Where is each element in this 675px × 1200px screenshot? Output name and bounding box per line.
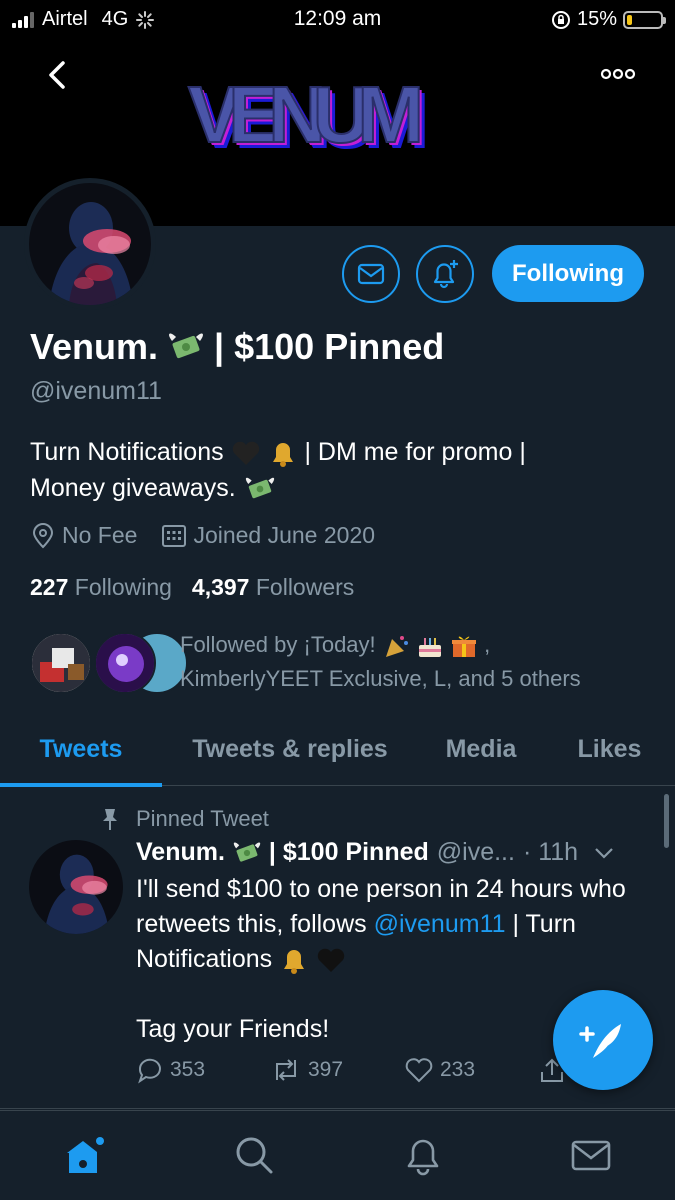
divider [0, 1108, 675, 1109]
orientation-lock-icon [551, 10, 570, 29]
tweet-avatar[interactable] [29, 840, 123, 934]
pinned-indicator: Pinned Tweet [100, 806, 269, 832]
bottom-navigation [0, 1110, 675, 1200]
pin-icon [103, 809, 117, 830]
home-icon [67, 1137, 104, 1173]
reply-icon [138, 1058, 161, 1084]
chevron-down-icon[interactable] [592, 843, 616, 863]
bio-text-b: | DM me for promo | [304, 438, 526, 466]
avatar [30, 632, 92, 694]
black-heart-icon [232, 442, 259, 466]
back-button[interactable] [38, 55, 78, 95]
profile-location: No Fee [62, 522, 138, 548]
bell-icon [284, 950, 305, 975]
tweet-mention[interactable]: @ivenum11 [374, 910, 506, 938]
heart-icon [405, 1058, 433, 1083]
more-options-button[interactable] [598, 62, 638, 86]
profile-handle: @ivenum11 [30, 377, 162, 405]
cake-icon [418, 638, 441, 658]
tab-label: Media [445, 734, 517, 763]
tab-media[interactable]: Media [418, 712, 544, 786]
flying-money-icon [233, 842, 261, 862]
notifications-icon [407, 1139, 439, 1176]
location-pin-icon [32, 522, 54, 548]
battery-percent: 15% [576, 8, 617, 30]
nav-messages[interactable] [569, 1133, 613, 1177]
compose-feather-icon [579, 1024, 621, 1058]
tab-label: Likes [577, 734, 642, 763]
banner-logo: VENUM VENUM VENUM [180, 64, 432, 165]
nav-notifications[interactable] [401, 1133, 445, 1177]
bio-text-a: Turn Notifications [30, 438, 224, 466]
followed-by-text[interactable]: Followed by ¡Today! , KimberlyYEET Exclu… [180, 628, 650, 696]
bell-plus-icon [433, 260, 458, 289]
avatar [94, 632, 156, 694]
tab-tweets[interactable]: Tweets [0, 712, 162, 787]
tweet-header: Venum. | $100 Pinned @ive... · 11h [136, 838, 656, 867]
followers-count-link[interactable]: 4,397 Followers [192, 574, 354, 601]
tab-label: Tweets & replies [192, 734, 388, 763]
tweet-time: · 11h [522, 838, 579, 866]
display-name: Venum. | $100 Pinned [30, 326, 444, 368]
flying-money-icon [169, 333, 204, 359]
pinned-label: Pinned Tweet [136, 806, 269, 831]
display-name-text: Venum. [30, 326, 159, 367]
retweet-icon [276, 1059, 296, 1081]
following-label: Following [74, 574, 172, 600]
confetti-icon [385, 636, 408, 658]
tweet-author-suffix: | $100 Pinned [268, 838, 429, 866]
banner-logo-text: VENUM [188, 70, 424, 159]
tweet-actions: 353 397 233 [136, 1056, 566, 1084]
tweet-author[interactable]: Venum. | $100 Pinned [136, 838, 429, 867]
more-dots-icon [600, 68, 636, 80]
message-button[interactable] [342, 245, 400, 303]
compose-tweet-button[interactable] [553, 990, 653, 1090]
display-name-suffix: | $100 Pinned [214, 326, 445, 367]
gift-icon [452, 636, 477, 658]
black-heart-icon [317, 949, 345, 973]
profile-bio: Turn Notifications | DM me for promo | M… [30, 434, 640, 506]
tab-likes[interactable]: Likes [544, 712, 675, 786]
profile-avatar[interactable] [24, 178, 156, 310]
flying-money-icon [245, 478, 274, 499]
following-button[interactable]: Following [492, 245, 644, 302]
tab-tweets-replies[interactable]: Tweets & replies [162, 712, 418, 786]
following-count: 227 [30, 574, 69, 600]
calendar-icon [162, 524, 187, 547]
followed-by-avatars[interactable] [30, 632, 188, 696]
profile-joined: Joined June 2020 [193, 522, 376, 548]
tab-label: Tweets [39, 734, 123, 763]
followed-by-names: KimberlyYEET Exclusive, L, and 5 others [180, 666, 581, 691]
chevron-left-icon [49, 61, 65, 89]
tweet-author-name: Venum. [136, 838, 225, 866]
like-button[interactable]: 233 [404, 1056, 538, 1084]
envelope-icon [357, 263, 385, 285]
like-count: 233 [440, 1058, 476, 1081]
search-icon [236, 1137, 273, 1174]
follow-counts: 227 Following 4,397 Followers [30, 574, 354, 601]
following-count-link[interactable]: 227 Following [30, 574, 172, 601]
reply-count: 353 [170, 1058, 206, 1081]
profile-meta: No Fee Joined June 2020 [30, 522, 375, 549]
nav-home[interactable] [63, 1133, 107, 1177]
reply-button[interactable]: 353 [136, 1056, 270, 1084]
nav-search[interactable] [232, 1133, 276, 1177]
followers-label: Followers [255, 574, 355, 600]
retweet-button[interactable]: 397 [270, 1056, 404, 1084]
bell-icon [272, 443, 293, 468]
retweet-count: 397 [308, 1058, 344, 1081]
notifications-toggle-button[interactable] [416, 245, 474, 303]
status-bar: Airtel 4G 12:09 am 15% [0, 0, 675, 38]
followed-by-comma: , [484, 632, 491, 657]
messages-icon [571, 1140, 611, 1171]
battery-icon [623, 10, 666, 29]
bio-text-c: Money giveaways. [30, 474, 236, 502]
followers-count: 4,397 [191, 574, 250, 600]
followed-by-intro: Followed by ¡Today! [180, 632, 376, 657]
tweet-handle: @ive... [436, 838, 515, 866]
profile-tabs: Tweets Tweets & replies Media Likes [0, 712, 675, 787]
scrollbar[interactable] [664, 794, 669, 848]
